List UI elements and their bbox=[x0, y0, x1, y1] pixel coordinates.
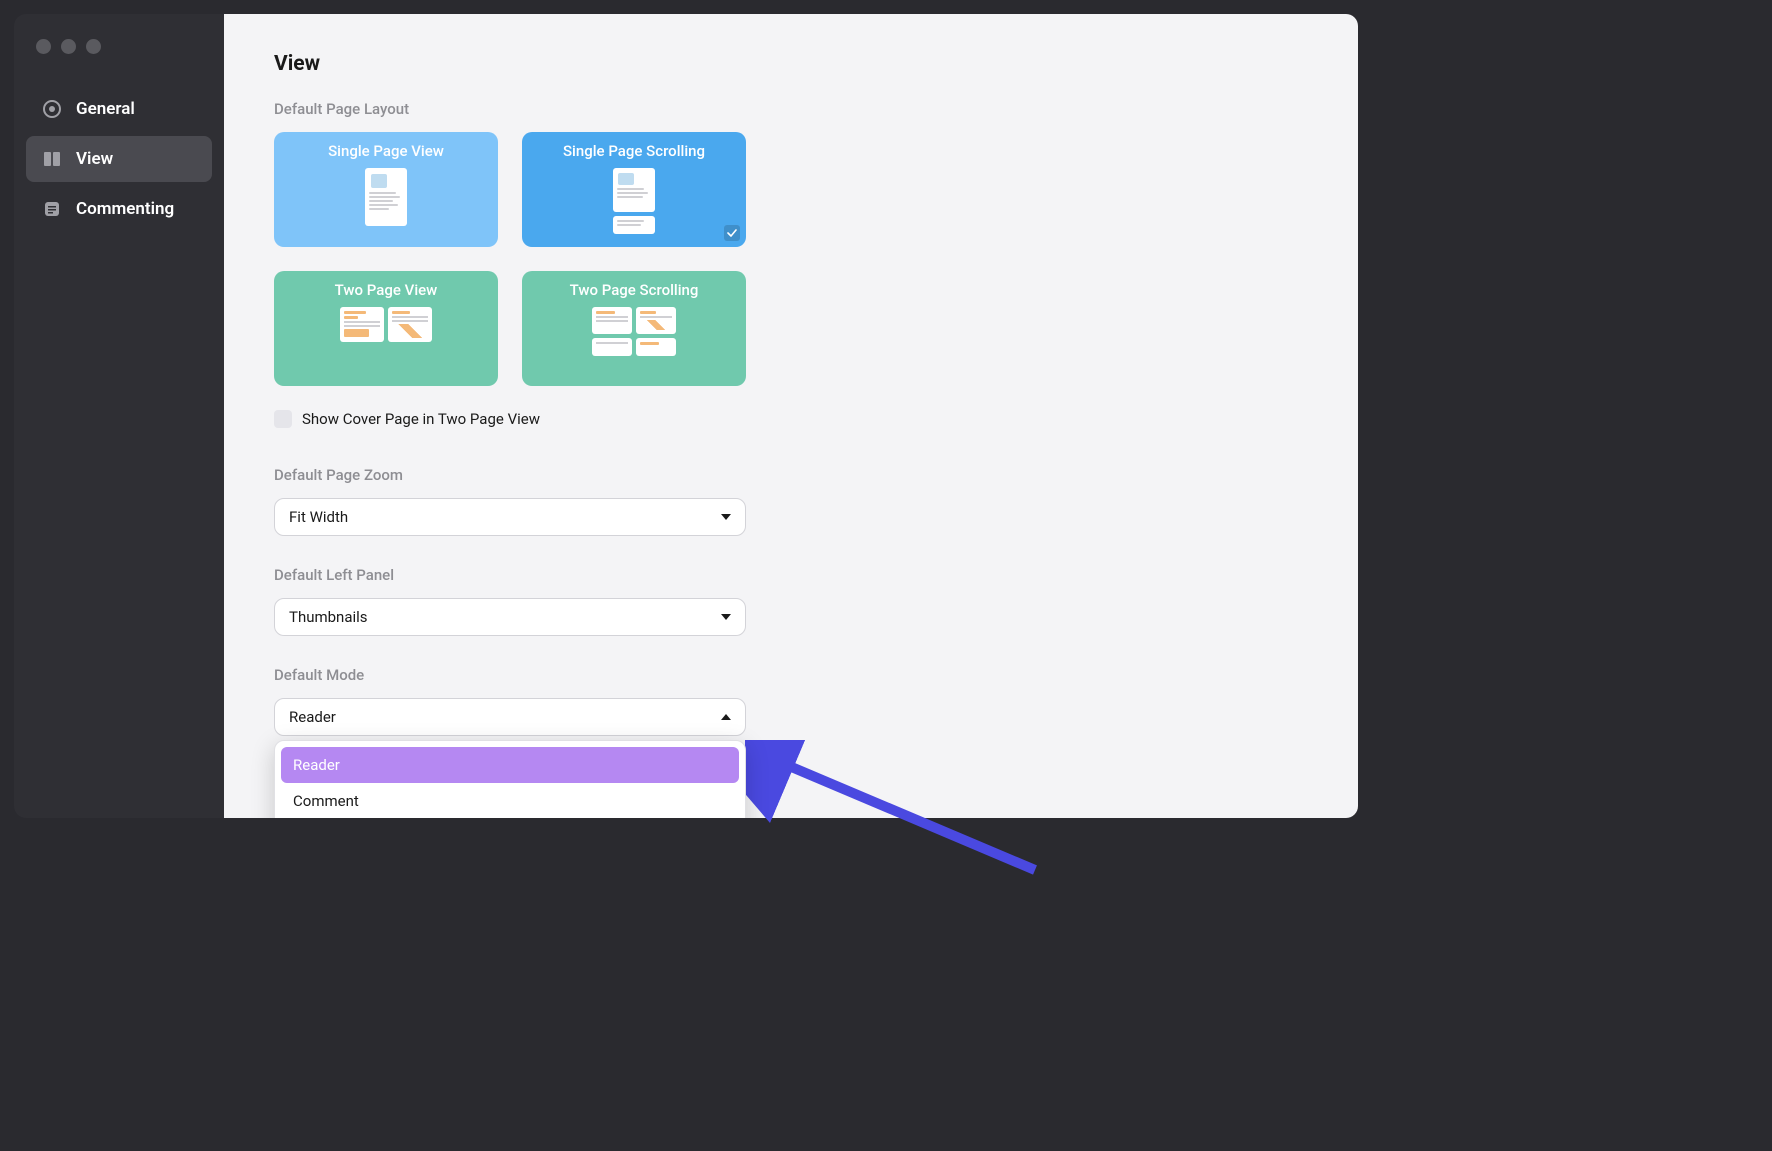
default-zoom-select[interactable]: Fit Width bbox=[274, 498, 746, 536]
select-value: Fit Width bbox=[289, 508, 348, 526]
general-icon bbox=[42, 99, 62, 119]
maximize-window-button[interactable] bbox=[86, 39, 101, 54]
section-label-zoom: Default Page Zoom bbox=[274, 466, 1308, 484]
section-label-layout: Default Page Layout bbox=[274, 100, 1308, 118]
cover-page-checkbox-label: Show Cover Page in Two Page View bbox=[302, 410, 540, 428]
default-mode-select[interactable]: Reader bbox=[274, 698, 746, 736]
layout-option-two-page-view[interactable]: Two Page View bbox=[274, 271, 498, 386]
commenting-icon bbox=[42, 199, 62, 219]
sidebar-item-label: General bbox=[76, 99, 135, 119]
minimize-window-button[interactable] bbox=[61, 39, 76, 54]
sidebar-item-label: Commenting bbox=[76, 199, 174, 219]
preferences-window: General View Commenting View Default Pag… bbox=[14, 14, 1358, 818]
selected-checkmark-icon bbox=[724, 225, 740, 241]
layout-option-two-page-scrolling[interactable]: Two Page Scrolling bbox=[522, 271, 746, 386]
view-icon bbox=[42, 149, 62, 169]
main-panel: View Default Page Layout Single Page Vie… bbox=[224, 14, 1358, 818]
select-value: Reader bbox=[289, 708, 336, 726]
dropdown-option-comment[interactable]: Comment bbox=[281, 783, 739, 818]
chevron-up-icon bbox=[721, 714, 731, 720]
sidebar-item-view[interactable]: View bbox=[26, 136, 212, 182]
layout-option-label: Single Page View bbox=[328, 142, 444, 160]
select-value: Thumbnails bbox=[289, 608, 368, 626]
section-label-mode: Default Mode bbox=[274, 666, 1308, 684]
layout-row-1: Single Page View Single Page Scrolling bbox=[274, 132, 1308, 247]
layout-option-single-page-view[interactable]: Single Page View bbox=[274, 132, 498, 247]
sidebar-item-commenting[interactable]: Commenting bbox=[26, 186, 212, 232]
dropdown-option-reader[interactable]: Reader bbox=[281, 747, 739, 783]
layout-option-label: Two Page View bbox=[335, 281, 438, 299]
page-title: View bbox=[274, 52, 1308, 76]
layout-row-2: Two Page View Two Page Scrolling bbox=[274, 271, 1308, 386]
chevron-down-icon bbox=[721, 614, 731, 620]
chevron-down-icon bbox=[721, 514, 731, 520]
sidebar: General View Commenting bbox=[14, 14, 224, 818]
close-window-button[interactable] bbox=[36, 39, 51, 54]
default-left-panel-select[interactable]: Thumbnails bbox=[274, 598, 746, 636]
sidebar-item-general[interactable]: General bbox=[26, 86, 212, 132]
layout-option-label: Two Page Scrolling bbox=[570, 281, 699, 299]
layout-option-single-page-scrolling[interactable]: Single Page Scrolling bbox=[522, 132, 746, 247]
default-mode-wrapper: Reader Reader Comment Edit Text & Images bbox=[274, 698, 1308, 736]
section-label-left-panel: Default Left Panel bbox=[274, 566, 1308, 584]
cover-page-checkbox[interactable] bbox=[274, 410, 292, 428]
default-mode-dropdown: Reader Comment Edit Text & Images bbox=[274, 740, 746, 818]
window-controls bbox=[36, 39, 101, 54]
cover-page-checkbox-row[interactable]: Show Cover Page in Two Page View bbox=[274, 410, 1308, 428]
layout-option-label: Single Page Scrolling bbox=[563, 142, 705, 160]
sidebar-item-label: View bbox=[76, 149, 113, 169]
